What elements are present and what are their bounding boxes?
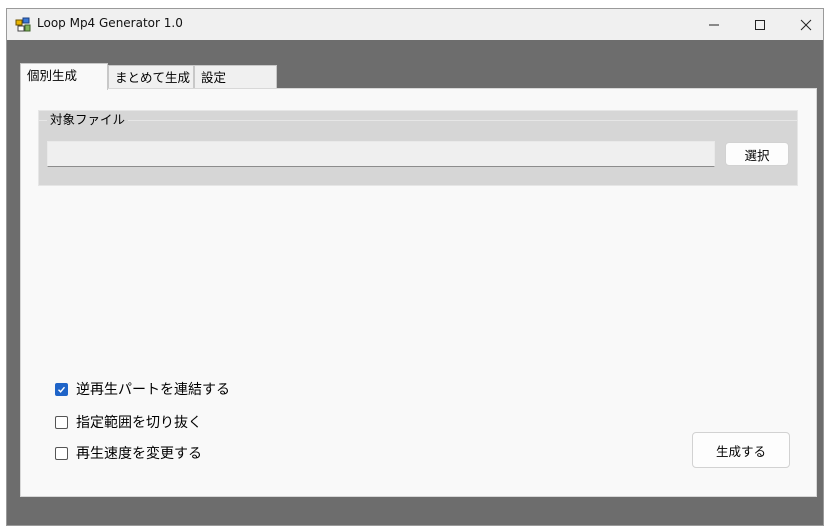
maximize-button[interactable] — [737, 9, 783, 40]
trim-range-checkbox[interactable] — [55, 415, 68, 429]
group-border — [39, 120, 797, 121]
select-file-button[interactable]: 選択 — [725, 142, 789, 166]
target-file-label: 対象ファイル — [47, 111, 129, 129]
tab-individual[interactable]: 個別生成 — [20, 63, 108, 90]
reverse-concat-checkbox[interactable] — [55, 382, 68, 396]
generate-button[interactable]: 生成する — [692, 432, 790, 468]
reverse-concat-label: 逆再生パートを連結する — [76, 382, 230, 398]
option-trim-range[interactable]: 指定範囲を切り抜く — [55, 412, 202, 432]
maximize-icon — [755, 19, 765, 30]
tab-panel-individual: 対象ファイル 選択 逆再生パートを連結する 指定範囲を切り抜く 再生速度を変更す… — [20, 88, 817, 497]
close-icon — [800, 19, 812, 30]
tab-settings[interactable]: 設定 — [194, 65, 277, 89]
close-button[interactable] — [783, 9, 829, 40]
trim-range-label: 指定範囲を切り抜く — [76, 415, 202, 431]
checkmark-icon — [58, 386, 66, 393]
option-change-speed[interactable]: 再生速度を変更する — [55, 443, 202, 463]
app-window: Loop Mp4 Generator 1.0 個別生成 まとめて生成 設定 対象… — [6, 8, 824, 526]
select-file-button-label: 選択 — [744, 147, 770, 163]
minimize-button[interactable] — [691, 9, 737, 40]
generate-button-label: 生成する — [715, 443, 766, 459]
app-icon — [15, 17, 31, 33]
change-speed-checkbox[interactable] — [55, 446, 68, 460]
option-reverse-concat[interactable]: 逆再生パートを連結する — [55, 379, 230, 399]
window-title: Loop Mp4 Generator 1.0 — [37, 16, 183, 30]
target-file-group: 対象ファイル 選択 — [38, 110, 798, 186]
tab-batch[interactable]: まとめて生成 — [108, 65, 194, 89]
title-bar[interactable]: Loop Mp4 Generator 1.0 — [7, 9, 823, 40]
change-speed-label: 再生速度を変更する — [76, 446, 202, 462]
target-file-input[interactable] — [47, 141, 715, 167]
minimize-icon — [709, 24, 719, 25]
